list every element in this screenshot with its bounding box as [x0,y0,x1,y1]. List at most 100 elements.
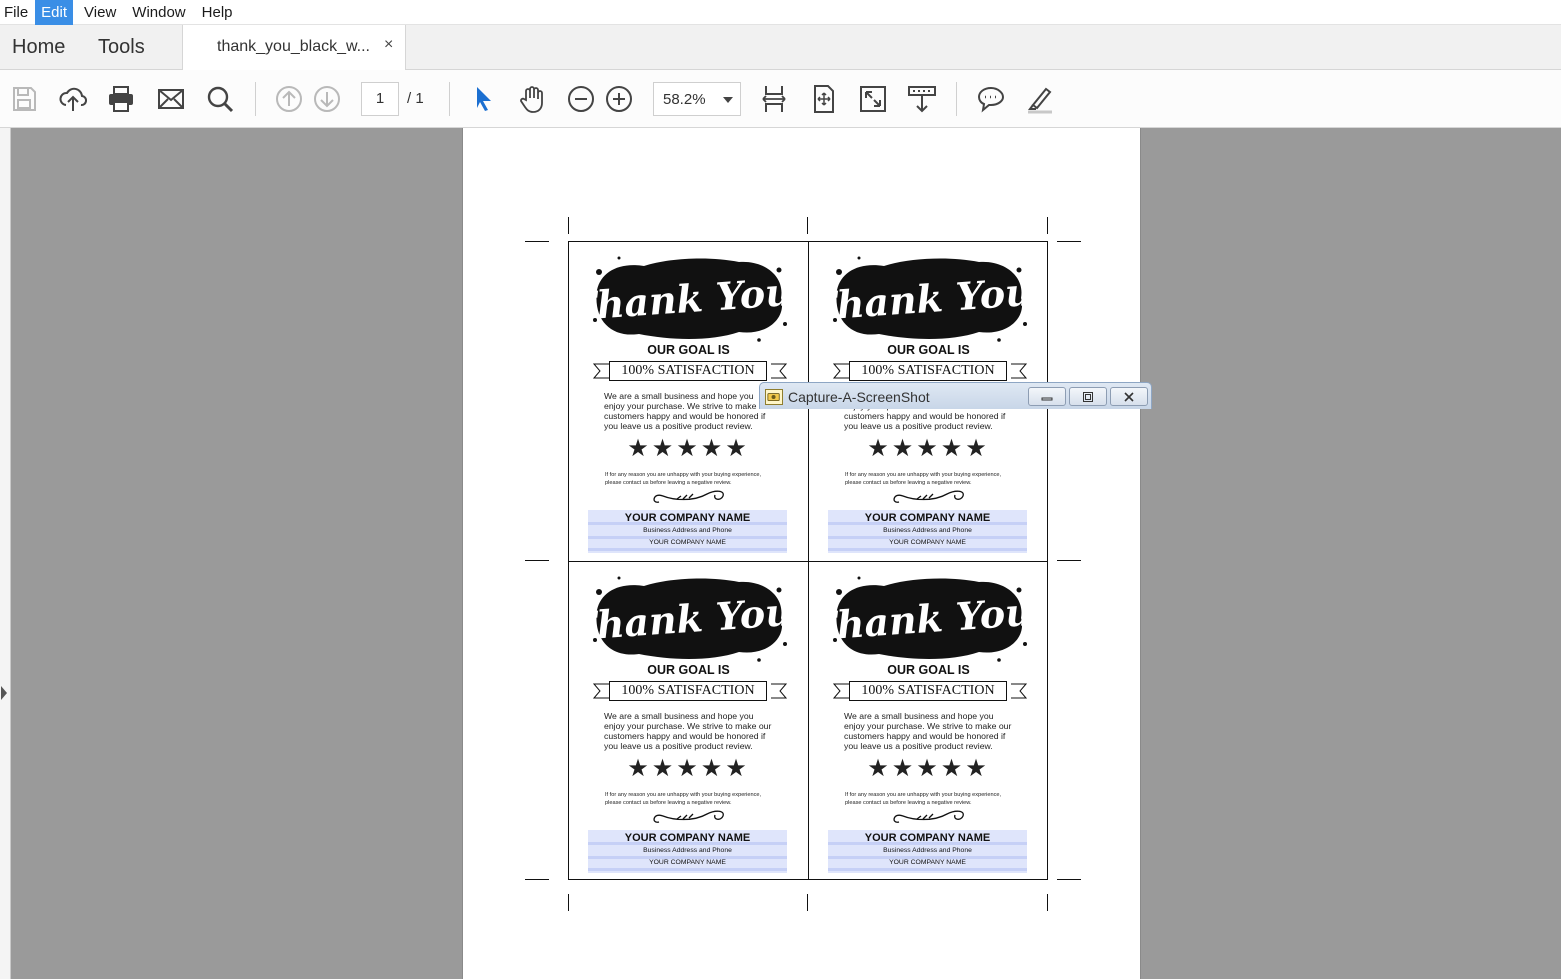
menu-window[interactable]: Window [127,0,190,25]
upload-icon[interactable] [56,82,90,116]
tab-bar: Home Tools thank_you_black_w... × [0,25,1561,71]
close-button[interactable] [1110,387,1148,406]
thank-you-graphic: Thank You! [829,576,1029,662]
prev-page-icon[interactable] [272,82,306,116]
crop-mark [1057,560,1081,561]
note-line: If for any reason you are unhappy with y… [845,792,1002,798]
crop-mark [807,894,808,911]
goal-heading: OUR GOAL IS [887,663,970,677]
menu-file[interactable]: File [0,0,33,25]
card-note: If for any reason you are unhappy with y… [845,471,1025,487]
document-tab[interactable]: thank_you_black_w... × [182,25,406,71]
flourish-ornament [653,810,724,823]
blurb-line: We are a small business and hope you [604,711,754,721]
card-note: If for any reason you are unhappy with y… [605,471,785,487]
note-line: please contact us before leaving a negat… [845,800,972,806]
company-block: YOUR COMPANY NAME Business Address and P… [588,510,787,553]
expand-arrow-icon[interactable] [1,686,7,700]
company-address: Business Address and Phone [643,847,732,854]
search-icon[interactable] [203,82,237,116]
minimize-button[interactable] [1028,387,1066,406]
fit-width-icon[interactable] [757,82,791,116]
crop-mark [568,217,569,234]
blurb-line: you leave us a positive product review. [604,421,753,431]
company-name: YOUR COMPANY NAME [864,832,991,844]
toolbar: 1 / 1 58.2% [0,70,1561,128]
crop-mark [1057,241,1081,242]
note-line: please contact us before leaving a negat… [605,800,732,806]
close-tab-icon[interactable]: × [384,36,393,54]
company-subname: YOUR COMPANY NAME [889,539,966,546]
crop-mark [568,894,569,911]
tab-home[interactable]: Home [12,25,65,70]
blurb-line: We are a small business and hope you [604,391,754,401]
menu-view[interactable]: View [79,0,121,25]
blurb-line: you leave us a positive product review. [844,421,993,431]
five-star-rating: ★★★★★ [867,435,990,462]
goal-heading: OUR GOAL IS [647,343,730,357]
menu-edit[interactable]: Edit [35,0,74,25]
zoom-select[interactable]: 58.2% [653,82,741,116]
print-icon[interactable] [104,82,138,116]
thank-you-graphic: Thank You! [589,256,789,342]
camera-icon [765,389,783,405]
card-blurb: We are a small business and hope you enj… [604,391,780,431]
five-star-rating: ★★★★★ [627,755,750,782]
note-line: please contact us before leaving a negat… [605,480,732,486]
five-star-rating: ★★★★★ [867,755,990,782]
company-stripe [828,868,1027,871]
company-name: YOUR COMPANY NAME [624,512,751,524]
card-blurb: We are a small business and hope you enj… [604,711,780,751]
comment-icon[interactable] [974,82,1008,116]
blurb-line: customers happy and would be honored if [604,411,766,421]
fit-page-icon[interactable] [807,82,841,116]
crop-mark [1047,894,1048,911]
satisfaction-banner: 100% SATISFACTION [609,681,767,701]
note-line: please contact us before leaving a negat… [845,480,972,486]
card-blurb: We are a small business and hope you enj… [844,711,1020,751]
card-note: If for any reason you are unhappy with y… [605,791,785,807]
full-screen-icon[interactable] [856,82,890,116]
card-note: If for any reason you are unhappy with y… [845,791,1025,807]
company-block: YOUR COMPANY NAME Business Address and P… [828,830,1027,873]
restore-button[interactable] [1069,387,1107,406]
highlight-icon[interactable] [1023,82,1057,116]
company-address: Business Address and Phone [883,847,972,854]
company-address: Business Address and Phone [643,527,732,534]
company-stripe [828,548,1027,551]
zoom-out-icon[interactable] [564,82,598,116]
page-number-input[interactable]: 1 [361,82,399,116]
company-block: YOUR COMPANY NAME Business Address and P… [588,830,787,873]
zoom-value: 58.2% [663,91,706,108]
mail-icon[interactable] [154,82,188,116]
next-page-icon[interactable] [310,82,344,116]
hand-icon[interactable] [515,82,549,116]
company-stripe [588,868,787,871]
zoom-in-icon[interactable] [602,82,636,116]
toolbar-separator [956,82,957,116]
thank-you-graphic: Thank You! [589,576,789,662]
company-name: YOUR COMPANY NAME [864,512,991,524]
chevron-down-icon [723,97,733,103]
satisfaction-banner: 100% SATISFACTION [609,361,767,381]
company-stripe [588,548,787,551]
company-subname: YOUR COMPANY NAME [889,859,966,866]
menu-help[interactable]: Help [197,0,238,25]
flourish-ornament [653,490,724,503]
satisfaction-banner: 100% SATISFACTION [849,681,1007,701]
crop-mark [1057,879,1081,880]
left-panel-toggle[interactable] [0,128,11,979]
note-line: If for any reason you are unhappy with y… [605,472,762,478]
flourish-ornament [893,490,964,503]
scroll-mode-icon[interactable] [905,82,939,116]
thank-you-card: Thank You! OUR GOAL IS 100% SATISFACTION… [569,561,808,880]
tab-tools[interactable]: Tools [98,25,145,70]
satisfaction-banner: 100% SATISFACTION [849,361,1007,381]
crop-mark [525,560,549,561]
save-icon[interactable] [7,82,41,116]
document-page: Thank You! OUR GOAL IS 100% SATISFACTION… [462,128,1141,979]
capture-window[interactable]: Capture-A-ScreenShot [759,382,1152,409]
blurb-line: enjoy your purchase. We strive to make o… [604,401,772,411]
blurb-line: you leave us a positive product review. [844,741,993,751]
select-arrow-icon[interactable] [466,82,500,116]
